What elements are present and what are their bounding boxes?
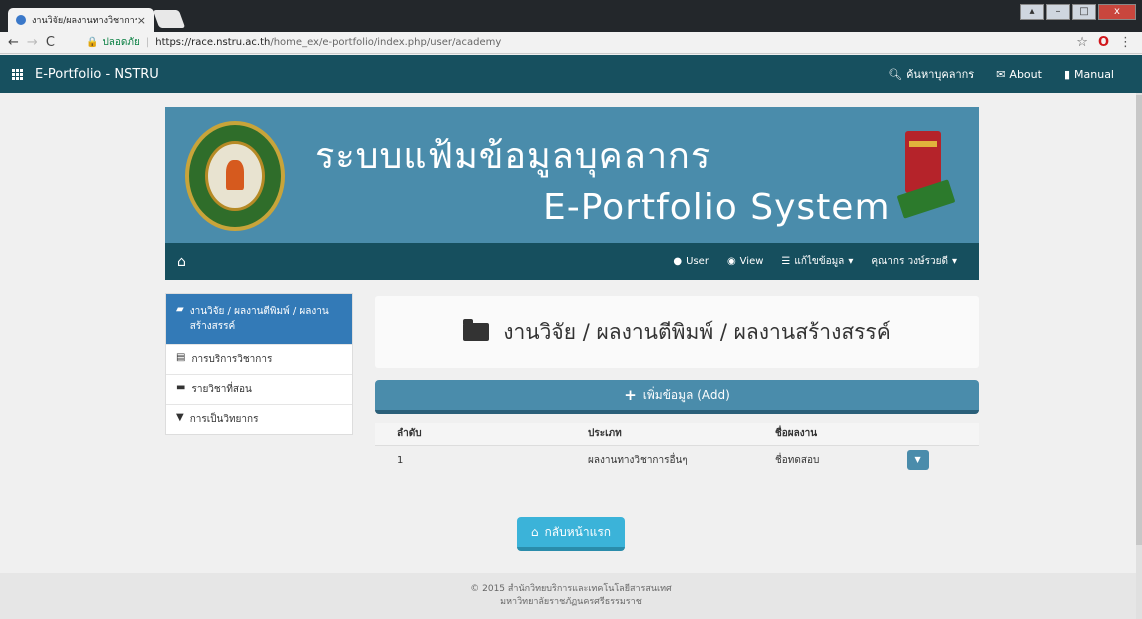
add-button-label: เพิ่มข้อมูล (Add) (642, 387, 730, 402)
url-path: /home_ex/e-portfolio/index.php/user/acad… (270, 37, 502, 48)
back-home-button[interactable]: ⌂ กลับหน้าแรก (517, 517, 625, 551)
cell-no: 1 (397, 454, 404, 466)
manual-label: Manual (1074, 67, 1114, 81)
header-banner: ระบบแฟ้มข้อมูลบุคลากร E-Portfolio System (165, 107, 979, 243)
side-item-label: รายวิชาที่สอน (191, 384, 252, 395)
window-close-icon[interactable]: x (1098, 4, 1136, 20)
secure-label: ปลอดภัย (102, 37, 140, 48)
window-controls: ▴ – □ x (1020, 4, 1136, 20)
bookmark-icon: ▼ (176, 412, 184, 423)
side-item-label: งานวิจัย / ผลงานตีพิมพ์ / ผลงานสร้างสรรค… (189, 306, 329, 332)
side-item-academic-service[interactable]: ▤ การบริการวิชาการ (166, 345, 352, 375)
browser-tab[interactable]: งานวิจัย/ผลงานทางวิชาการ ( × (8, 8, 154, 32)
handshake-icon: ▤ (176, 352, 186, 363)
cell-name: ชื่อทดสอบ (775, 454, 820, 466)
navbar-links: 🔍︎ ค้นหาบุคลากร ✉ About ▮ Manual (888, 65, 1142, 83)
user-label: User (686, 256, 709, 267)
caret-down-icon: ▾ (951, 256, 957, 267)
opera-icon[interactable]: O (1098, 35, 1109, 50)
folder-open-icon (463, 319, 490, 341)
table-row: 1 ผลงานทางวิชาการอื่นๆ ชื่อทดสอบ ▼ (375, 445, 979, 475)
bookmark-star-icon[interactable]: ☆ (1076, 35, 1088, 50)
works-table: ลำดับ ประเภท ชื่อผลงาน 1 ผลงานทางวิชาการ… (375, 423, 979, 475)
side-item-courses[interactable]: ▬ รายวิชาที่สอน (166, 375, 352, 405)
user-link[interactable]: ● User (673, 254, 709, 269)
browser-actions: ☆ O ⋮ (1076, 35, 1142, 50)
back-home-label: กลับหน้าแรก (544, 524, 612, 539)
page-title: งานวิจัย / ผลงานตีพิมพ์ / ผลงานสร้างสรรค… (503, 319, 891, 344)
search-icon: 🔍︎ (888, 67, 903, 81)
person-dropdown[interactable]: คุณากร วงษ์รวยดี ▾ (871, 254, 957, 269)
reload-icon[interactable]: C (46, 35, 55, 50)
book-icon: ▬ (176, 382, 186, 393)
table-header-row: ลำดับ ประเภท ชื่อผลงาน (375, 423, 979, 446)
favicon-icon (16, 15, 26, 25)
side-item-research[interactable]: ▰ งานวิจัย / ผลงานตีพิมพ์ / ผลงานสร้างสร… (166, 294, 352, 345)
header-actions (846, 423, 979, 446)
maximize-icon[interactable]: □ (1072, 4, 1096, 20)
user-icon: ● (673, 256, 683, 267)
page-scrollbar[interactable] (1136, 93, 1142, 619)
tab-title: งานวิจัย/ผลงานทางวิชาการ ( (32, 16, 137, 26)
browser-menu-icon[interactable]: ⋮ (1119, 35, 1132, 50)
cell-actions: ▼ (847, 445, 979, 475)
minimize-icon[interactable]: – (1046, 4, 1070, 20)
banner-title-th: ระบบแฟ้มข้อมูลบุคลากร (315, 136, 712, 177)
restore-icon[interactable]: ▴ (1020, 4, 1044, 20)
back-arrow-icon[interactable]: ← (8, 35, 19, 50)
footer-line-1: © 2015 สำนักวิทยบริการและเทคโนโลยีสารสนเ… (470, 584, 672, 594)
edit-label: แก้ไขข้อมูล (794, 256, 845, 267)
forward-arrow-icon[interactable]: → (27, 35, 38, 50)
browser-tab-strip: งานวิจัย/ผลงานทางวิชาการ ( × ▴ – □ x (0, 0, 1142, 32)
edit-dropdown[interactable]: ☰ แก้ไขข้อมูล ▾ (781, 254, 853, 269)
university-seal-logo (185, 121, 285, 231)
side-item-label: การเป็นวิทยากร (189, 414, 259, 425)
header-no: ลำดับ (375, 423, 485, 446)
url-host: https://race.nstru.ac.th (155, 37, 271, 48)
subnav-items: ● User ◉ View ☰ แก้ไขข้อมูล ▾ คุณากร วงษ์รวย… (673, 254, 979, 269)
eye-icon: ◉ (726, 256, 736, 267)
document-icon: ▮ (1063, 67, 1071, 81)
books-illustration (896, 127, 957, 227)
url-separator: | (145, 37, 150, 48)
cell-type: ผลงานทางวิชาการอื่นๆ (588, 454, 688, 466)
search-people-link[interactable]: 🔍︎ ค้นหาบุคลากร (888, 65, 974, 83)
header-name: ชื่อผลงาน (775, 423, 847, 446)
folder-open-icon: ▰ (176, 304, 184, 315)
apps-grid-icon (12, 68, 23, 80)
new-tab-button[interactable] (152, 10, 186, 28)
site-navbar: E-Portfolio - NSTRU 🔍︎ ค้นหาบุคลากร ✉ Abou… (0, 55, 1142, 93)
page-title-panel: งานวิจัย / ผลงานตีพิมพ์ / ผลงานสร้างสรรค… (375, 296, 979, 368)
manual-link[interactable]: ▮ Manual (1064, 65, 1114, 83)
plus-icon: + (624, 386, 637, 404)
brand[interactable]: E-Portfolio - NSTRU (0, 67, 159, 82)
envelope-icon: ✉ (996, 67, 1006, 81)
user-subnav: ⌂ ● User ◉ View ☰ แก้ไขข้อมูล ▾ คุณากร วงษ์ร… (165, 243, 979, 280)
browser-nav: ← → C (0, 35, 86, 50)
about-link[interactable]: ✉ About (996, 65, 1042, 83)
header-type: ประเภท (485, 423, 775, 446)
side-item-speaker[interactable]: ▼ การเป็นวิทยากร (166, 405, 352, 434)
home-icon: ⌂ (530, 525, 539, 539)
brand-label: E-Portfolio - NSTRU (35, 66, 159, 82)
caret-down-icon: ▾ (848, 256, 854, 267)
list-icon: ☰ (781, 256, 791, 267)
side-menu: ▰ งานวิจัย / ผลงานตีพิมพ์ / ผลงานสร้างสร… (165, 293, 353, 435)
footer-line-2: มหาวิทยาลัยราชภัฏนครศรีธรรมราช (500, 597, 642, 607)
home-icon[interactable]: ⌂ (165, 254, 186, 270)
search-people-label: ค้นหาบุคลากร (906, 68, 975, 81)
view-link[interactable]: ◉ View (727, 254, 763, 269)
view-label: View (739, 256, 764, 267)
lock-icon: 🔒 (86, 37, 99, 48)
about-label: About (1009, 67, 1042, 81)
side-item-label: การบริการวิชาการ (191, 354, 273, 365)
footer: © 2015 สำนักวิทยบริการและเทคโนโลยีสารสนเ… (0, 573, 1142, 619)
row-actions-dropdown-button[interactable]: ▼ (906, 450, 929, 471)
add-button[interactable]: + เพิ่มข้อมูล (Add) (375, 380, 979, 414)
person-label: คุณากร วงษ์รวยดี (871, 256, 948, 267)
address-bar[interactable]: 🔒 ปลอดภัย | https://race.nstru.ac.th /ho… (86, 35, 1076, 50)
tab-close-icon[interactable]: × (137, 14, 146, 27)
address-bar-row: ← → C 🔒 ปลอดภัย | https://race.nstru.ac.… (0, 32, 1142, 54)
banner-title-en: E-Portfolio System (543, 187, 891, 228)
